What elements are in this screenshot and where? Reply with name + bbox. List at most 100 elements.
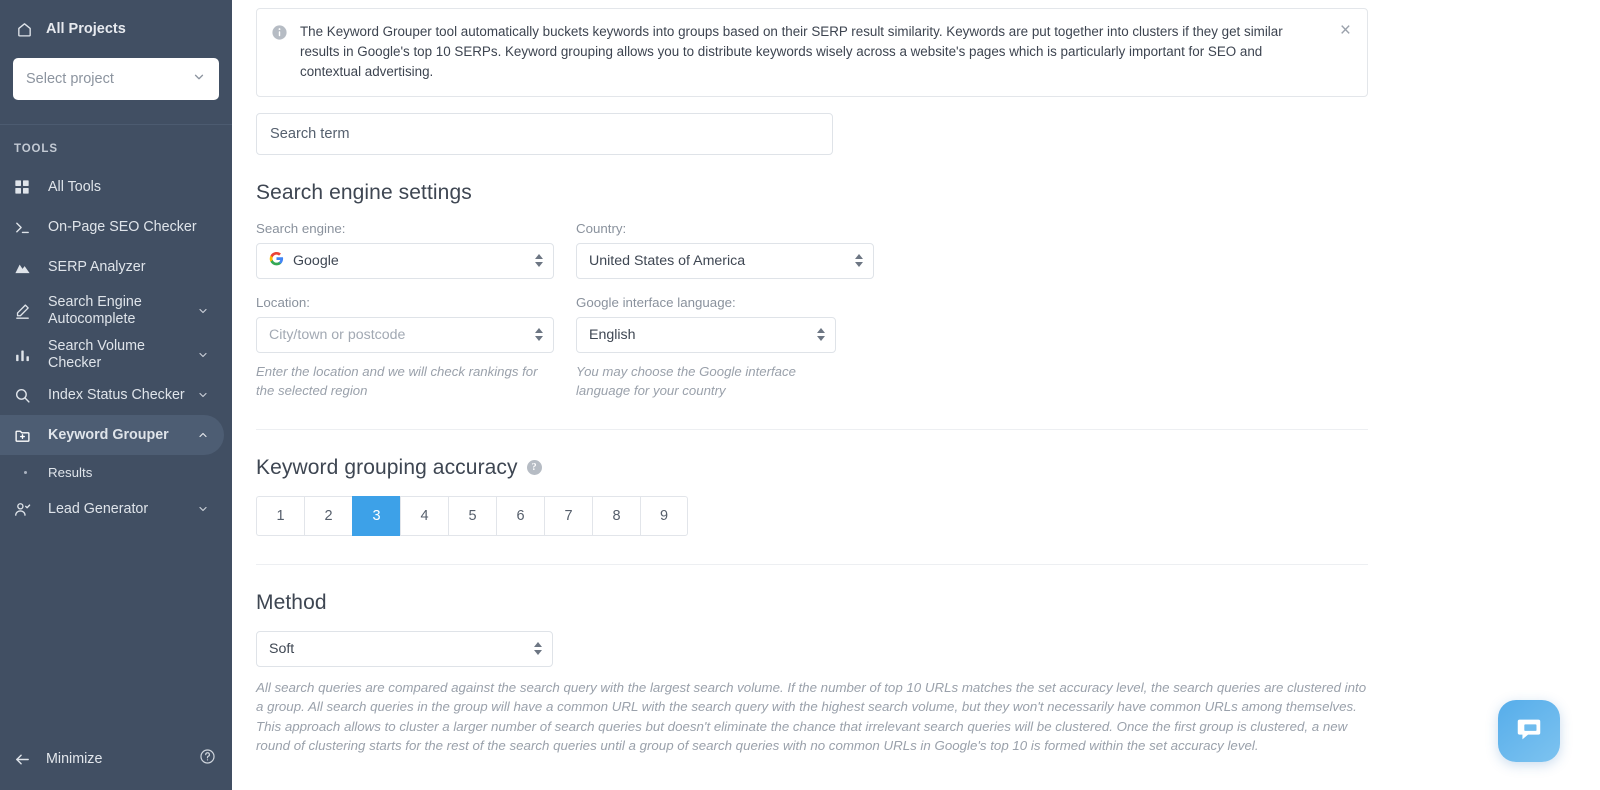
spinner-icon xyxy=(534,642,542,656)
interface-language-field: Google interface language: English You m… xyxy=(576,295,836,401)
question-mark-icon[interactable]: ? xyxy=(526,460,542,476)
sidebar-item-on-page-seo-checker[interactable]: On-Page SEO Checker xyxy=(0,207,224,247)
search-term-input[interactable]: Search term xyxy=(256,112,833,155)
accuracy-option-3[interactable]: 3 xyxy=(352,495,400,536)
sidebar-item-label: Search Engine Autocomplete xyxy=(48,294,142,327)
method-select[interactable]: Soft xyxy=(256,630,553,667)
main-content: The Keyword Grouper tool automatically b… xyxy=(232,0,1600,790)
location-select[interactable]: City/town or postcode xyxy=(256,316,554,353)
mountain-icon xyxy=(14,257,36,277)
info-banner: The Keyword Grouper tool automatically b… xyxy=(256,8,1368,97)
info-icon xyxy=(271,24,288,46)
chevron-up-icon xyxy=(196,429,210,441)
country-label: Country: xyxy=(576,220,627,236)
google-icon xyxy=(269,251,284,270)
location-placeholder: City/town or postcode xyxy=(269,326,406,343)
accuracy-option-8[interactable]: 8 xyxy=(592,495,640,536)
method-value: Soft xyxy=(269,640,295,657)
user-check-icon xyxy=(14,499,36,519)
app-root: All Projects Select project TOOLS All To… xyxy=(0,0,1600,790)
method-description: All search queries are compared against … xyxy=(256,679,1367,754)
search-engine-field: Search engine: Google xyxy=(256,221,554,279)
bar-chart-icon xyxy=(14,345,36,365)
accuracy-option-2[interactable]: 2 xyxy=(304,495,352,536)
settings-row-2: Location: City/town or postcode Enter th… xyxy=(256,295,1368,401)
interface-language-help-text: You may choose the Google interface lang… xyxy=(576,363,796,399)
sidebar-item-serp-analyzer[interactable]: SERP Analyzer xyxy=(0,247,224,287)
sidebar: All Projects Select project TOOLS All To… xyxy=(0,0,232,790)
country-select[interactable]: United States of America xyxy=(576,242,874,279)
close-icon[interactable]: × xyxy=(1332,21,1353,40)
search-engine-label: Search engine: xyxy=(256,220,346,236)
search-engine-select[interactable]: Google xyxy=(256,242,554,279)
search-term-placeholder: Search term xyxy=(270,125,350,142)
section-divider xyxy=(256,428,1368,430)
location-field: Location: City/town or postcode Enter th… xyxy=(256,295,554,401)
pencil-icon xyxy=(14,301,36,321)
sidebar-item-label: All Tools xyxy=(48,178,101,195)
accuracy-option-9[interactable]: 9 xyxy=(640,495,688,536)
sidebar-item-label: On-Page SEO Checker xyxy=(48,218,197,235)
content-container: The Keyword Grouper tool automatically b… xyxy=(232,0,1600,756)
sidebar-item-search-volume-checker[interactable]: Search Volume Checker xyxy=(0,335,224,375)
spinner-icon xyxy=(855,254,863,268)
spinner-icon xyxy=(535,328,543,342)
accuracy-heading-row: Keyword grouping accuracy ? xyxy=(256,456,1368,480)
sidebar-item-label: Lead Generator xyxy=(48,500,149,517)
sidebar-item-all-tools[interactable]: All Tools xyxy=(0,167,224,207)
settings-row-1: Search engine: Google Country: United St… xyxy=(256,221,1368,279)
spinner-icon xyxy=(817,328,825,342)
sidebar-item-label: SERP Analyzer xyxy=(48,258,146,275)
accuracy-heading: Keyword grouping accuracy xyxy=(256,455,518,479)
sidebar-item-keyword-grouper[interactable]: Keyword Grouper xyxy=(0,415,224,455)
accuracy-option-1[interactable]: 1 xyxy=(256,495,304,536)
search-engine-value: Google xyxy=(293,252,339,269)
interface-language-value: English xyxy=(589,326,636,343)
sidebar-item-label: Search Volume Checker xyxy=(48,338,145,371)
chevron-down-icon xyxy=(192,70,206,89)
bullet-icon xyxy=(14,470,36,474)
chat-bubble-icon xyxy=(1514,714,1544,749)
sidebar-item-label: Keyword Grouper xyxy=(48,426,169,443)
accuracy-option-6[interactable]: 6 xyxy=(496,495,544,536)
spinner-icon xyxy=(535,254,543,268)
info-banner-text: The Keyword Grouper tool automatically b… xyxy=(300,24,1283,80)
home-icon xyxy=(14,19,34,39)
section-divider-2 xyxy=(256,563,1368,565)
sidebar-nav: All Tools On-Page SEO Checker SERP Analy… xyxy=(0,167,232,529)
all-projects-label: All Projects xyxy=(46,21,126,37)
accuracy-option-7[interactable]: 7 xyxy=(544,495,592,536)
arrow-left-icon[interactable] xyxy=(14,751,34,768)
sidebar-item-index-status-checker[interactable]: Index Status Checker xyxy=(0,375,224,415)
sidebar-footer: Minimize xyxy=(0,728,232,790)
project-select[interactable]: Select project xyxy=(13,58,219,100)
country-value: United States of America xyxy=(589,252,746,269)
sidebar-item-search-engine-autocomplete[interactable]: Search Engine Autocomplete xyxy=(0,287,224,335)
sidebar-item-lead-generator[interactable]: Lead Generator xyxy=(0,489,224,529)
chevron-down-icon xyxy=(196,503,210,515)
accuracy-option-5[interactable]: 5 xyxy=(448,495,496,536)
folder-plus-icon xyxy=(14,425,36,445)
accuracy-selector: 1 2 3 4 5 6 7 8 9 xyxy=(256,495,1368,536)
chevron-down-icon xyxy=(196,305,210,317)
chevron-down-icon xyxy=(196,349,210,361)
location-label: Location: xyxy=(256,294,310,310)
terminal-icon xyxy=(14,217,36,237)
sidebar-subitem-results[interactable]: Results xyxy=(0,455,232,489)
chat-widget-button[interactable] xyxy=(1498,700,1560,762)
minimize-button[interactable]: Minimize xyxy=(46,751,187,767)
help-circle-icon[interactable] xyxy=(199,748,216,770)
search-engine-settings-heading: Search engine settings xyxy=(256,180,472,204)
project-select-value: Select project xyxy=(26,71,114,87)
interface-language-label: Google interface language: xyxy=(576,294,736,310)
location-help-text: Enter the location and we will check ran… xyxy=(256,363,538,399)
sidebar-item-label: Index Status Checker xyxy=(48,386,185,403)
grid-icon xyxy=(14,177,36,197)
sidebar-subitem-label: Results xyxy=(48,464,93,480)
sidebar-top: All Projects Select project TOOLS All To… xyxy=(0,0,232,529)
interface-language-select[interactable]: English xyxy=(576,316,836,353)
accuracy-option-4[interactable]: 4 xyxy=(400,495,448,536)
sidebar-item-all-projects[interactable]: All Projects xyxy=(0,14,232,44)
magnifier-icon xyxy=(14,385,36,405)
sidebar-section-title: TOOLS xyxy=(14,143,58,155)
